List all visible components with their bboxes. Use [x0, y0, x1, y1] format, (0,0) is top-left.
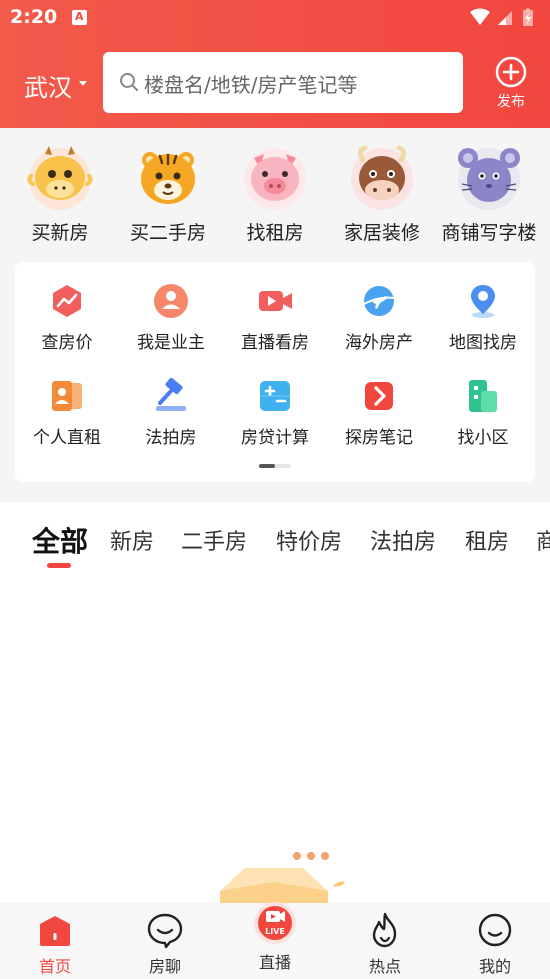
search-placeholder[interactable]: 楼盘名/地铁/房产笔记等 [144, 69, 357, 98]
status-time: 2:20 [10, 6, 58, 28]
nav-home[interactable]: 首页 [0, 911, 110, 977]
grid-item-overseas[interactable]: 海外房产 [327, 282, 431, 353]
auction-gavel-icon [156, 377, 186, 411]
mouse-avatar-icon [458, 148, 520, 210]
notification-icon [72, 10, 87, 25]
grid-item-auction[interactable]: 法拍房 [119, 377, 223, 448]
grid-label: 房贷计算 [241, 428, 309, 448]
dragon-avatar-icon [27, 146, 93, 210]
nav-label: 房聊 [148, 957, 181, 976]
grid-label: 找小区 [457, 428, 509, 448]
category-decoration[interactable]: 家居装修 [327, 142, 437, 245]
page-indicator [259, 464, 291, 468]
grid-label: 海外房产 [345, 333, 413, 353]
grid-item-notes[interactable]: 探房笔记 [327, 377, 431, 448]
live-icon: LIVE [254, 902, 296, 944]
header: 2:20 武汉 楼盘名/地铁/房产笔记等 发布 [0, 0, 550, 128]
service-grid: 查房价 我是业主 直播看房 海外房产 地图找房 个人直租 法拍房 房贷计算 探房… [15, 262, 535, 482]
status-bar: 2:20 [0, 0, 550, 36]
grid-item-mortgage[interactable]: 房贷计算 [223, 377, 327, 448]
owner-icon [154, 284, 188, 318]
bottom-nav: 首页 房聊 LIVE 直播 热点 我的 [0, 902, 550, 979]
search-icon [120, 73, 138, 91]
grid-label: 我是业主 [137, 333, 205, 353]
publish-button[interactable]: 发布 [492, 56, 530, 114]
chat-icon [147, 913, 183, 949]
grid-item-price[interactable]: 查房价 [15, 282, 119, 353]
category-new-house[interactable]: 买新房 [5, 142, 115, 245]
community-building-icon [469, 380, 497, 412]
category-label: 找租房 [246, 222, 304, 244]
category-label: 买二手房 [129, 222, 206, 244]
tab-new-house[interactable]: 新房 [110, 524, 154, 556]
grid-label: 查房价 [41, 333, 93, 353]
grid-label: 个人直租 [33, 428, 101, 448]
tiger-avatar-icon [141, 152, 195, 204]
grid-item-personal-rent[interactable]: 个人直租 [15, 377, 119, 448]
home-icon [40, 916, 70, 946]
nav-label: 我的 [478, 957, 511, 976]
category-commercial[interactable]: 商铺写字楼 [434, 142, 544, 245]
tab-auction[interactable]: 法拍房 [370, 524, 436, 556]
caret-down-icon[interactable] [79, 81, 87, 86]
nav-label: 直播 [258, 953, 291, 972]
nav-profile[interactable]: 我的 [440, 911, 550, 977]
nav-hot[interactable]: 热点 [330, 911, 440, 977]
category-label: 家居装修 [343, 222, 420, 244]
grid-label: 法拍房 [145, 428, 197, 448]
tab-second-hand[interactable]: 二手房 [181, 524, 247, 556]
profile-icon [478, 913, 512, 947]
grid-item-community[interactable]: 找小区 [431, 377, 535, 448]
page-indicator-active [259, 464, 275, 468]
flame-icon [372, 912, 397, 948]
category-label: 商铺写字楼 [441, 222, 537, 244]
live-video-icon [259, 291, 292, 311]
tab-rent[interactable]: 租房 [465, 524, 509, 556]
category-rent[interactable]: 找租房 [220, 142, 330, 245]
publish-label: 发布 [497, 94, 525, 110]
svg-text:LIVE: LIVE [265, 927, 285, 936]
map-pin-icon [471, 285, 495, 318]
category-label: 买新房 [31, 222, 89, 244]
city-selector[interactable]: 武汉 [24, 68, 72, 103]
category-section: 买新房 买二手房 找租房 家居装修 商铺写字楼 查房价 我是业主 直播看房 海外… [0, 128, 550, 502]
tab-active-indicator [47, 563, 71, 568]
loading-box-icon [220, 852, 345, 904]
price-trend-icon [53, 285, 81, 317]
grid-item-live[interactable]: 直播看房 [223, 282, 327, 353]
status-indicators-icon [470, 8, 533, 26]
tab-commercial[interactable]: 商 [536, 524, 550, 556]
notes-arrow-icon [365, 382, 393, 410]
tab-all[interactable]: 全部 [32, 520, 88, 560]
category-second-hand[interactable]: 买二手房 [113, 142, 223, 245]
grid-item-owner[interactable]: 我是业主 [119, 282, 223, 353]
calculator-icon [260, 381, 290, 411]
listing-tabs: 全部 新房 二手房 特价房 法拍房 租房 商 [0, 502, 550, 574]
plane-globe-icon [363, 286, 395, 316]
pig-avatar-icon [244, 148, 306, 210]
search-bar[interactable]: 楼盘名/地铁/房产笔记等 [103, 52, 463, 113]
nav-label: 首页 [38, 957, 71, 976]
ox-avatar-icon [351, 145, 413, 210]
tab-discount[interactable]: 特价房 [276, 524, 342, 556]
grid-label: 直播看房 [241, 333, 309, 353]
nav-live[interactable]: LIVE 直播 [220, 902, 330, 973]
grid-label: 地图找房 [449, 333, 517, 353]
grid-item-map[interactable]: 地图找房 [431, 282, 535, 353]
nav-label: 热点 [368, 957, 401, 976]
add-circle-icon [495, 56, 527, 88]
personal-rent-icon [52, 381, 82, 411]
grid-label: 探房笔记 [345, 428, 413, 448]
nav-chat[interactable]: 房聊 [110, 911, 220, 977]
